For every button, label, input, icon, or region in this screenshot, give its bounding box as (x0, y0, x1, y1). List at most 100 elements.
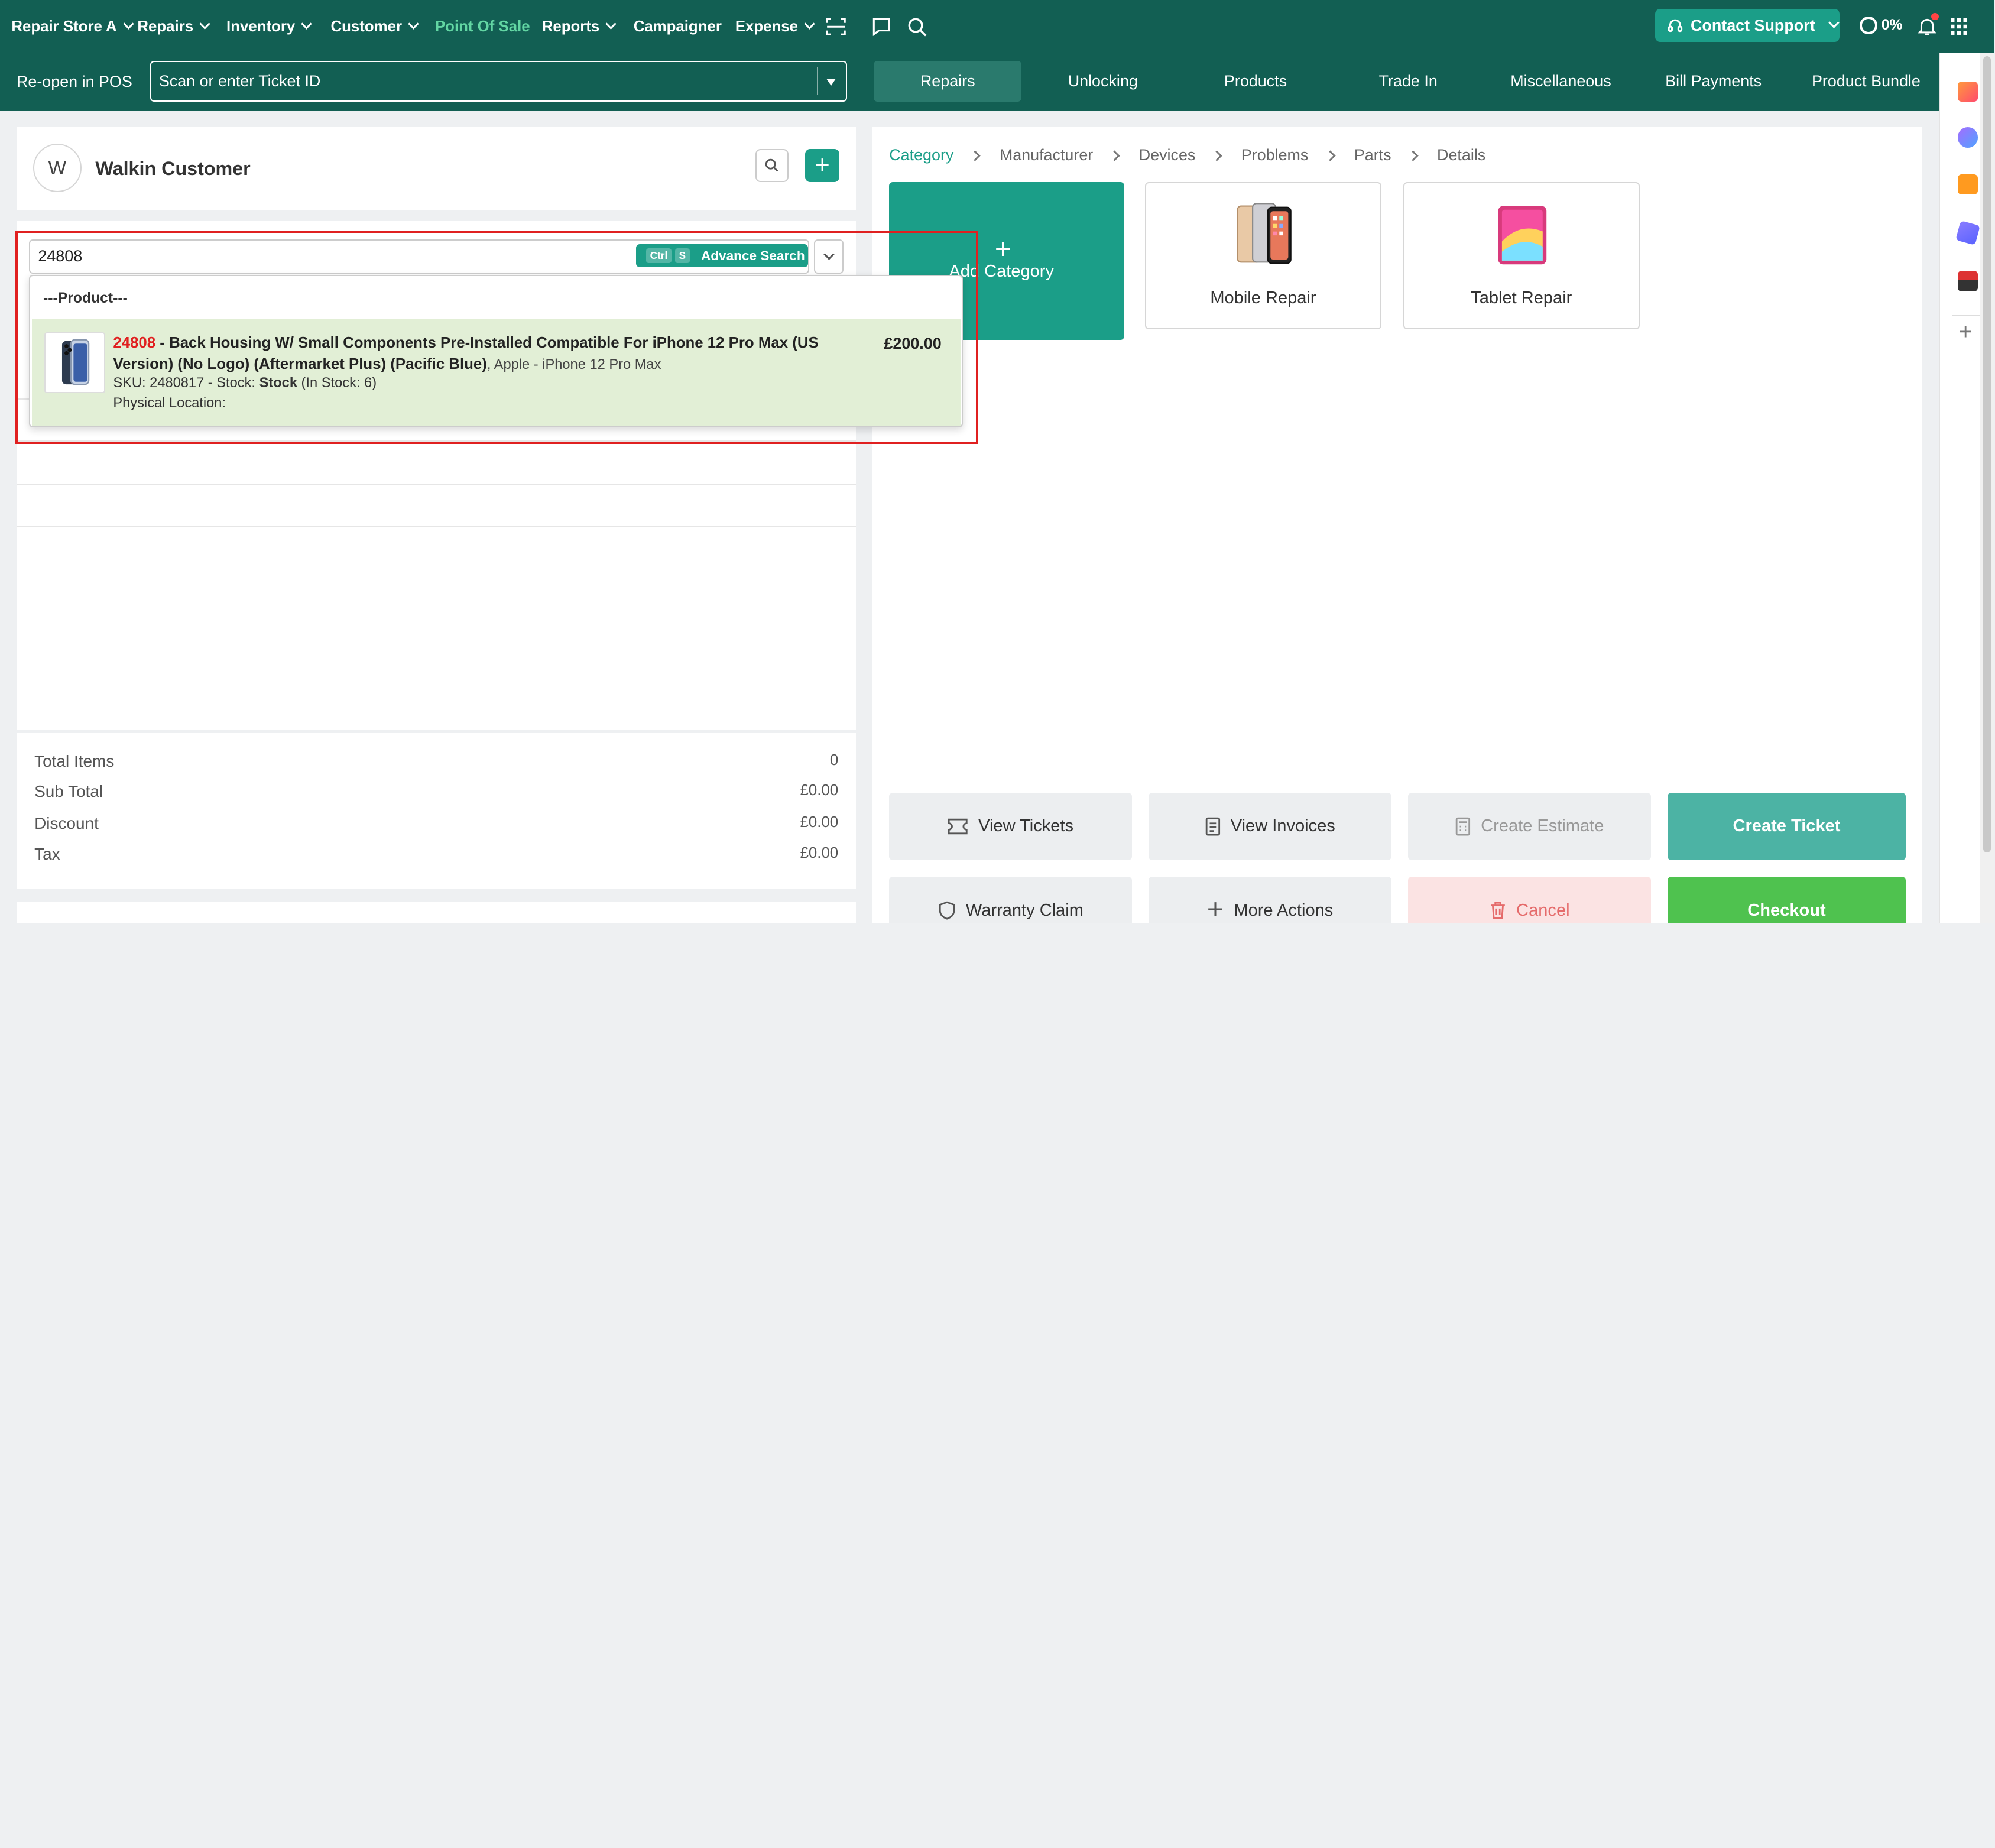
breadcrumb-details[interactable]: Details (1437, 146, 1485, 164)
nav-customer[interactable]: Customer (331, 0, 419, 53)
ticket-id-placeholder: Scan or enter Ticket ID (158, 72, 321, 90)
result-code: 24808 (113, 334, 156, 351)
caret-down-icon[interactable] (826, 79, 836, 86)
view-invoices-button[interactable]: View Invoices (1149, 792, 1392, 860)
more-actions-button[interactable]: More Actions (1149, 876, 1392, 924)
advance-search-button[interactable]: Ctrl S Advance Search (636, 244, 808, 267)
result-stock-label: Stock (259, 375, 297, 391)
result-location: Physical Location: (113, 395, 226, 411)
tab-unlocking[interactable]: Unlocking (1027, 61, 1179, 102)
result-stock-count: (In Stock: 6) (297, 375, 377, 391)
breadcrumb-devices[interactable]: Devices (1139, 146, 1196, 164)
shield-icon (939, 901, 955, 920)
result-title-text: - Back Housing W/ Small Components Pre-I… (113, 334, 819, 373)
chevron-right-icon (1211, 150, 1223, 161)
nav-label: Expense (735, 18, 799, 35)
notes-icon[interactable] (1957, 174, 1978, 195)
category-mobile-repair[interactable]: Mobile Repair (1144, 181, 1382, 330)
checkout-label: Checkout (1747, 900, 1826, 920)
result-brand: , Apple - iPhone 12 Pro Max (486, 357, 661, 373)
kbd-ctrl: Ctrl (646, 248, 672, 264)
chat-bubble-icon[interactable] (1957, 127, 1978, 148)
chevron-down-icon (804, 18, 815, 30)
notification-dot (1931, 12, 1939, 21)
gift-icon[interactable] (1957, 81, 1978, 102)
tab-miscellaneous[interactable]: Miscellaneous (1484, 61, 1637, 102)
breadcrumb-manufacturer[interactable]: Manufacturer (1000, 146, 1093, 164)
plus-icon (1208, 902, 1223, 916)
ticket-id-input[interactable]: Scan or enter Ticket ID (150, 61, 848, 102)
result-sku-line: SKU: 2480817 - Stock: Stock (In Stock: 6… (113, 375, 377, 391)
create-ticket-label: Create Ticket (1733, 816, 1841, 836)
add-category-label: Add Category (949, 262, 1054, 281)
tab-products[interactable]: Products (1179, 61, 1332, 102)
chevron-right-icon (1407, 150, 1419, 161)
search-icon (765, 158, 778, 172)
bell-icon[interactable] (1916, 0, 1939, 53)
nav-reports[interactable]: Reports (541, 0, 617, 53)
nav-label: Reports (541, 18, 600, 35)
discount-label: Discount (34, 814, 99, 833)
chat-icon[interactable] (870, 0, 893, 53)
nav-label: Repairs (137, 18, 194, 35)
shape-icon[interactable] (1955, 220, 1981, 245)
cancel-button[interactable]: Cancel (1408, 876, 1652, 924)
tab-repairs[interactable]: Repairs (874, 61, 1022, 102)
view-tickets-label: View Tickets (978, 816, 1074, 836)
nav-campaigner[interactable]: Campaigner (634, 0, 722, 53)
customer-search-button[interactable] (755, 148, 789, 182)
progress-value: 0% (1881, 17, 1903, 34)
iphone-image (62, 339, 90, 385)
contact-support-button[interactable]: Contact Support (1655, 9, 1840, 42)
card-icon[interactable] (1957, 271, 1978, 291)
more-actions-label: More Actions (1234, 900, 1334, 920)
divider (16, 525, 857, 527)
advance-search-label: Advance Search (700, 248, 805, 263)
chevron-right-icon (1324, 150, 1336, 161)
total-items-value: 0 (829, 751, 839, 769)
scan-icon[interactable] (824, 0, 847, 53)
tax-value: £0.00 (800, 844, 839, 861)
store-selector[interactable]: Repair Store A (11, 0, 134, 53)
create-estimate-button[interactable]: Create Estimate (1408, 792, 1652, 860)
breadcrumb-problems[interactable]: Problems (1241, 146, 1309, 164)
result-title: 24808 - Back Housing W/ Small Components… (113, 332, 825, 376)
add-customer-button[interactable]: + (805, 148, 840, 182)
view-tickets-button[interactable]: View Tickets (889, 792, 1133, 860)
ticket-icon (948, 818, 968, 834)
total-items-label: Total Items (34, 751, 115, 770)
scrollbar-thumb[interactable] (1983, 56, 1991, 852)
warranty-claim-button[interactable]: Warranty Claim (889, 876, 1133, 924)
payment-panel (16, 902, 857, 924)
chevron-right-icon (969, 150, 981, 161)
contact-support-label: Contact Support (1690, 16, 1815, 34)
result-sku: SKU: 2480817 - Stock: (113, 375, 259, 391)
apps-grid-icon[interactable] (1949, 0, 1969, 53)
nav-label: Campaigner (633, 18, 722, 35)
store-name: Repair Store A (11, 18, 117, 35)
divider (816, 67, 818, 96)
nav-inventory[interactable]: Inventory (226, 0, 312, 53)
kbd-s: S (675, 248, 690, 264)
breadcrumb-category[interactable]: Category (889, 146, 953, 164)
customer-name[interactable]: Walkin Customer (95, 158, 250, 180)
category-tablet-repair[interactable]: Tablet Repair (1403, 181, 1640, 330)
top-navbar: Repair Store A Repairs Inventory Custome… (0, 0, 1995, 54)
tab-trade-in[interactable]: Trade In (1332, 61, 1484, 102)
totals-panel (16, 732, 857, 890)
nav-expense[interactable]: Expense (735, 0, 815, 53)
chevron-down-icon (408, 18, 419, 30)
search-icon[interactable] (906, 0, 929, 53)
customer-avatar: W (33, 144, 82, 192)
checkout-button[interactable]: Checkout (1668, 876, 1906, 924)
nav-repairs[interactable]: Repairs (137, 0, 210, 53)
add-icon[interactable]: + (1959, 319, 1973, 345)
nav-point-of-sale[interactable]: Point Of Sale (435, 0, 530, 53)
tab-product-bundle[interactable]: Product Bundle (1790, 61, 1942, 102)
search-result-item[interactable]: 24808 - Back Housing W/ Small Components… (31, 319, 961, 426)
progress-indicator[interactable]: 0% (1860, 16, 1903, 35)
search-type-dropdown[interactable] (814, 239, 844, 274)
breadcrumb-parts[interactable]: Parts (1354, 146, 1391, 164)
create-ticket-button[interactable]: Create Ticket (1668, 792, 1906, 860)
tab-bill-payments[interactable]: Bill Payments (1637, 61, 1790, 102)
